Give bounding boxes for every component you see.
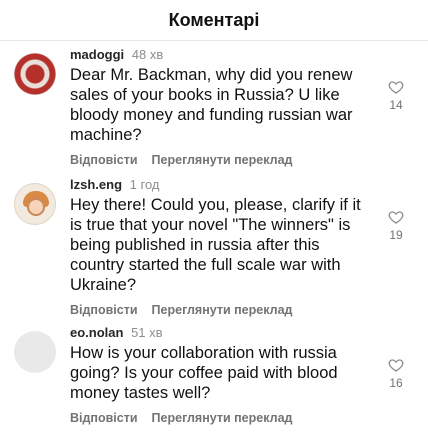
like-group: 14 [388,79,404,112]
heart-icon[interactable] [388,357,404,373]
comments-header: Коментарі [0,0,428,40]
reply-button[interactable]: Відповісти [70,411,138,425]
comment-actions: Відповісти Переглянути переклад [70,411,372,425]
comment-actions: Відповісти Переглянути переклад [70,153,372,167]
avatar-face [27,198,45,216]
see-translation-button[interactable]: Переглянути переклад [152,153,293,167]
reply-button[interactable]: Відповісти [70,153,138,167]
like-group: 16 [388,357,404,390]
comment-time: 1 год [129,177,160,192]
comment-body: eo.nolan 51 хв How is your collaboration… [70,319,412,447]
like-group: 19 [388,209,404,242]
page-title: Коментарі [168,9,260,30]
comment-actions: Відповісти Переглянути переклад [70,303,372,317]
heart-icon[interactable] [388,209,404,225]
comment-username[interactable]: madoggi [70,47,124,62]
comment-time: 48 хв [131,47,164,62]
comment-username[interactable]: lzsh.eng [70,177,122,192]
comment-body: madoggi 48 хв Dear Mr. Backman, why did … [70,41,412,171]
comment-text: Hey there! Could you, please, clarify if… [70,196,361,294]
like-count: 14 [389,98,403,112]
avatar[interactable] [14,53,56,95]
reply-button[interactable]: Відповісти [70,303,138,317]
like-count: 19 [389,228,403,242]
comment-item: madoggi 48 хв Dear Mr. Backman, why did … [0,41,428,171]
see-translation-button[interactable]: Переглянути переклад [152,303,293,317]
comment-text: How is your collaboration with russia go… [70,344,338,402]
comment-text: Dear Mr. Backman, why did you renew sale… [70,66,353,144]
comment-item: eo.nolan 51 хв How is your collaboration… [0,319,428,447]
see-translation-button[interactable]: Переглянути переклад [152,411,293,425]
comment-body: lzsh.eng 1 год Hey there! Could you, ple… [70,171,412,319]
comment-meta: eo.nolan 51 хв [70,325,372,340]
comment-username[interactable]: eo.nolan [70,325,123,340]
avatar[interactable] [14,183,56,225]
like-count: 16 [389,376,403,390]
comment-time: 51 хв [131,325,163,340]
comment-meta: madoggi 48 хв [70,47,372,62]
comment-meta: lzsh.eng 1 год [70,177,372,192]
avatar[interactable] [14,331,56,373]
comment-item: lzsh.eng 1 год Hey there! Could you, ple… [0,171,428,319]
heart-icon[interactable] [388,79,404,95]
